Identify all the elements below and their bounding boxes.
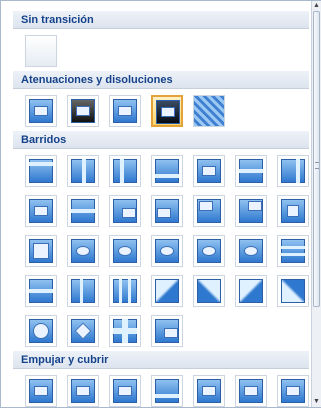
transition-push-right[interactable]: [109, 375, 141, 407]
transition-split-vertical-out[interactable]: [193, 155, 225, 187]
scroll-down-icon[interactable]: ▼: [312, 397, 321, 407]
thumbnail-row: [13, 267, 309, 307]
transition-gallery: Sin transición Atenuaciones y disolucion…: [0, 0, 321, 408]
transition-diamond[interactable]: [67, 315, 99, 347]
transition-strips-up[interactable]: [67, 195, 99, 227]
transition-box-out[interactable]: [25, 235, 57, 267]
transition-none[interactable]: [25, 35, 57, 67]
transition-strips-up-right[interactable]: [235, 275, 267, 307]
transition-strips-up-left[interactable]: [277, 275, 309, 307]
transition-wheel-4[interactable]: [193, 235, 225, 267]
section-header: Barridos: [13, 131, 309, 149]
thumbnail-row: [13, 149, 309, 187]
transition-wheel-1[interactable]: [67, 235, 99, 267]
transition-split-horizontal-in[interactable]: [277, 235, 309, 267]
thumbnail-row: [13, 187, 309, 227]
transition-dissolve[interactable]: [193, 95, 225, 127]
transition-fade-black[interactable]: [67, 95, 99, 127]
transition-wipe-left-2[interactable]: [277, 155, 309, 187]
transition-box-in[interactable]: [277, 195, 309, 227]
transition-wheel-2[interactable]: [109, 235, 141, 267]
thumbnail-row: [13, 29, 309, 67]
transition-wheel-8[interactable]: [235, 235, 267, 267]
transition-split-vertical-in[interactable]: [235, 155, 267, 187]
thumbnail-row: [13, 227, 309, 267]
scroll-up-icon[interactable]: ▲: [312, 1, 321, 11]
transition-wheel-3[interactable]: [151, 235, 183, 267]
transition-strips-left-down[interactable]: [193, 195, 225, 227]
transition-circle[interactable]: [25, 315, 57, 347]
transition-strips-right-up[interactable]: [109, 195, 141, 227]
thumbnail-row: [13, 307, 309, 347]
transition-wipe-left[interactable]: [67, 155, 99, 187]
transition-cover-right[interactable]: [277, 375, 309, 407]
transition-fade[interactable]: [25, 95, 57, 127]
thumbnail-row: [13, 369, 309, 407]
transition-split-vertical-in-2[interactable]: [67, 275, 99, 307]
transition-wipe-right[interactable]: [109, 155, 141, 187]
transition-push-down[interactable]: [25, 375, 57, 407]
section-header: Empujar y cubrir: [13, 351, 309, 369]
transition-strips-down-left[interactable]: [193, 275, 225, 307]
transition-plus[interactable]: [109, 315, 141, 347]
thumbnail-row: [13, 89, 309, 127]
scrollbar-thumb[interactable]: [313, 11, 320, 307]
vertical-scrollbar[interactable]: ▲ ▼: [311, 1, 321, 407]
transition-cover-down[interactable]: [193, 375, 225, 407]
section-header: Atenuaciones y disoluciones: [13, 71, 309, 89]
transition-shape[interactable]: [151, 315, 183, 347]
transition-split-horizontal-out[interactable]: [25, 275, 57, 307]
transition-wipe-down[interactable]: [25, 155, 57, 187]
grip-icon: [315, 162, 319, 169]
transition-strips-right[interactable]: [25, 195, 57, 227]
transition-cover-left[interactable]: [235, 375, 267, 407]
transition-cut-black[interactable]: [151, 95, 183, 127]
transition-strips-down-right[interactable]: [151, 275, 183, 307]
transition-strips-left-up[interactable]: [151, 195, 183, 227]
section-header: Sin transición: [13, 11, 309, 29]
transition-split-vertical-out-2[interactable]: [109, 275, 141, 307]
transition-push-left[interactable]: [67, 375, 99, 407]
transition-wipe-up[interactable]: [151, 155, 183, 187]
transition-strips-right-down[interactable]: [235, 195, 267, 227]
transition-push-up[interactable]: [151, 375, 183, 407]
transition-cut[interactable]: [109, 95, 141, 127]
gallery-content: Sin transición Atenuaciones y disolucion…: [13, 11, 309, 409]
